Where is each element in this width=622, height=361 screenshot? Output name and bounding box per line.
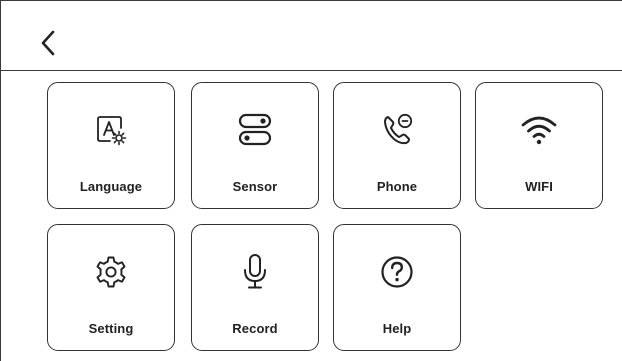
help-label: Help (382, 321, 412, 336)
question-circle-icon (381, 256, 413, 288)
settings-screen: Language Sensor Phone WIFI Setting Recor… (0, 0, 622, 361)
record-tile[interactable]: Record (191, 224, 319, 351)
phone-label: Phone (376, 179, 418, 194)
phone-tile[interactable]: Phone (333, 82, 461, 209)
sensor-label: Sensor (232, 179, 278, 194)
gear-icon (96, 256, 126, 288)
language-settings-icon (97, 116, 127, 146)
back-button[interactable] (31, 23, 65, 63)
wifi-icon (521, 116, 557, 145)
chevron-left-icon (41, 30, 55, 56)
help-tile[interactable]: Help (333, 224, 461, 351)
microphone-icon (244, 254, 266, 289)
wifi-label: WIFI (525, 179, 553, 194)
language-tile[interactable]: Language (47, 82, 175, 209)
setting-tile[interactable]: Setting (47, 224, 175, 351)
setting-label: Setting (88, 321, 134, 336)
language-label: Language (79, 179, 143, 194)
sensor-tile[interactable]: Sensor (191, 82, 319, 209)
toggle-switches-icon (238, 113, 272, 146)
header-divider (1, 70, 622, 71)
phone-call-icon (384, 113, 413, 145)
wifi-tile[interactable]: WIFI (475, 82, 603, 209)
record-label: Record (232, 321, 278, 336)
